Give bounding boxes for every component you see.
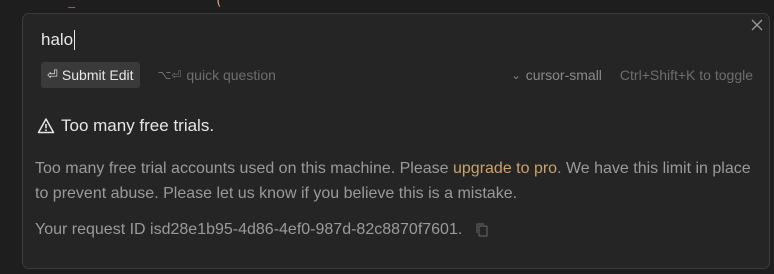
quick-question-button[interactable]: ⌥⏎ quick question [158,67,276,83]
model-selector[interactable]: ⌄ cursor-small [511,67,601,83]
error-body-before: Too many free trial accounts used on thi… [35,160,453,177]
inline-edit-panel: halo ⏎ Submit Edit ⌥⏎ quick question ⌄ c… [22,13,770,269]
editor-code-peek: _ ( [60,0,240,8]
submit-edit-label: Submit Edit [61,67,134,83]
text-caret [74,30,76,50]
submit-edit-button[interactable]: ⏎ Submit Edit [41,62,140,88]
code-fragment: ( [215,0,223,8]
close-button[interactable] [749,17,765,33]
upgrade-to-pro-link[interactable]: upgrade to pro [453,160,557,177]
alt-enter-key-icon: ⌥⏎ [157,68,182,82]
prompt-input[interactable]: halo [41,28,76,52]
request-id-value: d28e1b95-4d86-4ef0-987d-82c8870f7601 [161,221,458,238]
copy-icon[interactable] [474,222,490,238]
code-fragment: _ [68,0,76,8]
toggle-shortcut-hint: Ctrl+Shift+K to toggle [619,67,753,83]
error-title: Too many free trials. [37,116,214,136]
request-id-prefix: Your request ID is [35,221,162,238]
model-label: cursor-small [525,67,602,83]
error-title-text: Too many free trials. [61,116,215,135]
warning-icon [37,117,55,135]
close-icon [751,19,763,31]
chevron-down-icon: ⌄ [511,69,521,82]
error-message: Too many free trial accounts used on thi… [35,156,755,206]
request-id-suffix: . [457,221,463,238]
edit-toolbar: ⏎ Submit Edit ⌥⏎ quick question ⌄ cursor… [41,62,753,88]
prompt-input-value: halo [41,30,74,49]
request-id-line: Your request ID is d28e1b95-4d86-4ef0-98… [35,221,490,239]
quick-question-label: quick question [186,67,276,83]
enter-key-icon: ⏎ [47,67,58,82]
